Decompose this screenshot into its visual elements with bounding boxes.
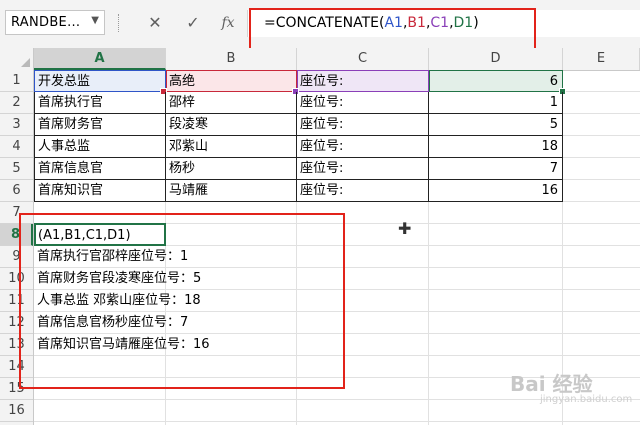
cell-a12[interactable]: 首席信息官杨秒座位号：7 <box>34 312 334 334</box>
cell-a11[interactable]: 人事总监 邓紫山座位号：18 <box>34 290 334 312</box>
cell-a5[interactable]: 首席信息官 <box>34 158 166 180</box>
select-all-button[interactable] <box>0 48 34 70</box>
active-cell-text: (A1,B1,C1,D1) <box>38 228 131 243</box>
row-header-11[interactable]: 11 <box>0 290 33 312</box>
cell-b4[interactable]: 邓紫山 <box>166 136 297 158</box>
cell-b3[interactable]: 段凌寒 <box>166 114 297 136</box>
row-header-6[interactable]: 6 <box>0 180 33 202</box>
cell-a9[interactable]: 首席执行官邵梓座位号：1 <box>34 246 334 268</box>
cell-c4[interactable]: 座位号: <box>297 136 429 158</box>
ref-border-c1 <box>297 70 429 92</box>
cell-b5[interactable]: 杨秒 <box>166 158 297 180</box>
formula-bar: RANDBE... ▼ ✕ ✓ fx =CONCATENATE(A1,B1,C1… <box>0 0 640 49</box>
row-header-14[interactable]: 14 <box>0 356 33 378</box>
row-header-16[interactable]: 16 <box>0 400 33 422</box>
cell-c3[interactable]: 座位号: <box>297 114 429 136</box>
column-header-c[interactable]: C <box>297 48 429 70</box>
cell-a6[interactable]: 首席知识官 <box>34 180 166 202</box>
cell-b6[interactable]: 马靖雁 <box>166 180 297 202</box>
row-header-1[interactable]: 1 <box>0 70 33 92</box>
cell-a10[interactable]: 首席财务官段凌寒座位号：5 <box>34 268 334 290</box>
row-headers: 1 2 3 4 5 6 7 8 9 10 11 12 13 14 15 16 <box>0 70 34 425</box>
column-header-a[interactable]: A <box>34 48 166 70</box>
row-header-12[interactable]: 12 <box>0 312 33 334</box>
cell-a2[interactable]: 首席执行官 <box>34 92 166 114</box>
cell-a4[interactable]: 人事总监 <box>34 136 166 158</box>
formula-text: =CONCATENATE(A1,B1,C1,D1) <box>264 15 479 31</box>
column-header-e[interactable]: E <box>563 48 640 70</box>
enter-icon[interactable]: ✓ <box>180 10 206 36</box>
chevron-down-icon[interactable]: ▼ <box>91 15 99 26</box>
cell-cursor-icon: ✚ <box>398 219 412 238</box>
ref-border-b1 <box>166 70 297 92</box>
cell-b2[interactable]: 邵梓 <box>166 92 297 114</box>
formula-input[interactable]: =CONCATENATE(A1,B1,C1,D1) <box>247 10 640 37</box>
row-header-5[interactable]: 5 <box>0 158 33 180</box>
watermark-logo: Bai 经验 <box>510 372 593 396</box>
row-header-2[interactable]: 2 <box>0 92 33 114</box>
cell-d4[interactable]: 18 <box>429 136 563 158</box>
row-header-4[interactable]: 4 <box>0 136 33 158</box>
name-box[interactable]: RANDBE... ▼ <box>5 10 105 35</box>
row-header-15[interactable]: 15 <box>0 378 33 400</box>
cancel-icon[interactable]: ✕ <box>142 10 168 36</box>
row-header-3[interactable]: 3 <box>0 114 33 136</box>
cell-d2[interactable]: 1 <box>429 92 563 114</box>
cell-a3[interactable]: 首席财务官 <box>34 114 166 136</box>
name-box-value: RANDBE... <box>11 15 81 30</box>
row-header-8[interactable]: 8 <box>0 224 33 246</box>
column-header-d[interactable]: D <box>429 48 563 70</box>
column-header-b[interactable]: B <box>166 48 297 70</box>
formula-bar-separator <box>118 14 121 32</box>
ref-border-a1 <box>34 70 166 92</box>
gridline <box>34 421 640 422</box>
row-header-13[interactable]: 13 <box>0 334 33 356</box>
cell-d3[interactable]: 5 <box>429 114 563 136</box>
row-header-9[interactable]: 9 <box>0 246 33 268</box>
active-cell-a8[interactable]: (A1,B1,C1,D1) <box>34 223 166 246</box>
column-headers: A B C D E <box>0 48 640 71</box>
watermark-url: jingyan.baidu.com <box>540 394 633 405</box>
cell-a13[interactable]: 首席知识官马靖雁座位号：16 <box>34 334 334 356</box>
ref-border-d1 <box>429 70 563 92</box>
cell-c6[interactable]: 座位号: <box>297 180 429 202</box>
row-header-10[interactable]: 10 <box>0 268 33 290</box>
cell-d5[interactable]: 7 <box>429 158 563 180</box>
cell-c5[interactable]: 座位号: <box>297 158 429 180</box>
cell-c2[interactable]: 座位号: <box>297 92 429 114</box>
row-header-7[interactable]: 7 <box>0 202 33 224</box>
cell-d6[interactable]: 16 <box>429 180 563 202</box>
insert-function-icon[interactable]: fx <box>215 10 241 36</box>
